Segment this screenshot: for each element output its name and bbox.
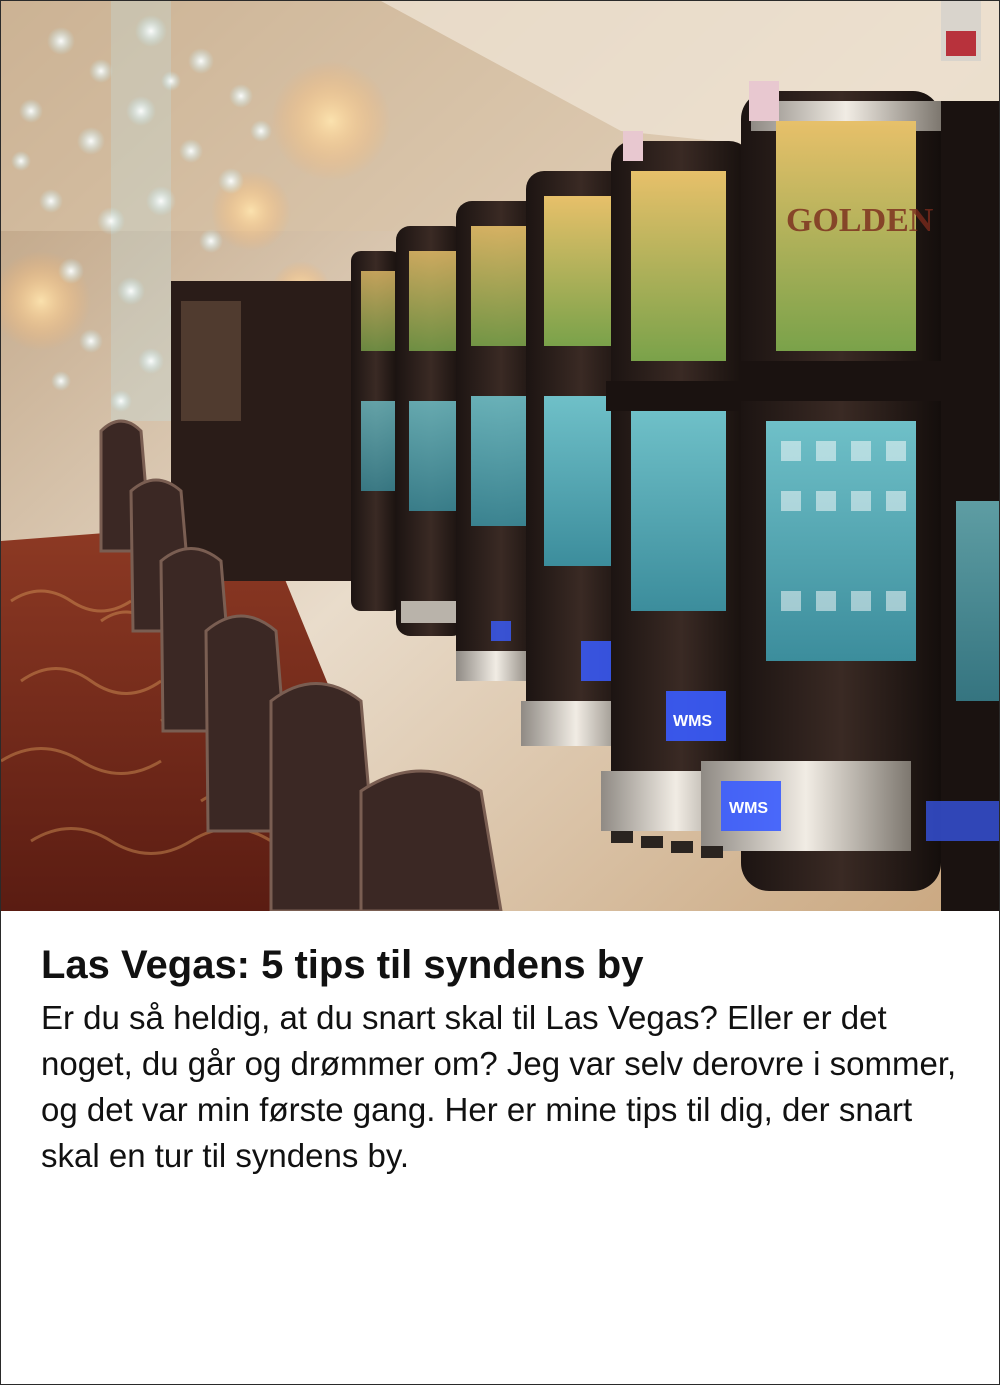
- svg-text:WMS: WMS: [729, 800, 768, 817]
- article-text: Las Vegas: 5 tips til syndens by Er du s…: [41, 939, 961, 1179]
- hero-photo-slot-machines: WMS GOLDEN WMS: [1, 1, 999, 911]
- article-card[interactable]: WMS GOLDEN WMS Las Vegas: 5 tips til syn…: [0, 0, 1000, 1385]
- svg-text:WMS: WMS: [673, 713, 712, 730]
- svg-text:GOLDEN: GOLDEN: [786, 202, 934, 239]
- article-headline[interactable]: Las Vegas: 5 tips til syndens by: [41, 939, 961, 991]
- article-teaser: Er du så heldig, at du snart skal til La…: [41, 999, 957, 1174]
